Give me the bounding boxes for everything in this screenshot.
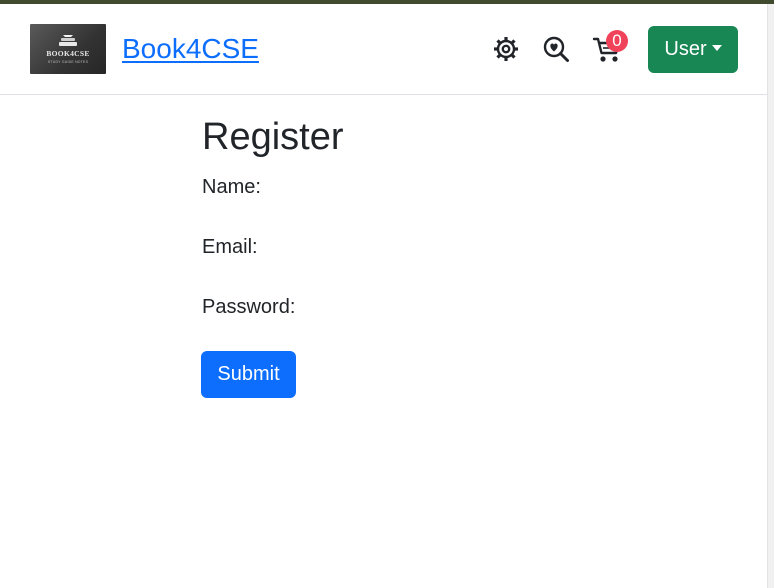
chevron-down-icon	[711, 44, 722, 51]
logo-subtext: STUDY GUIDE NOTES	[47, 60, 89, 64]
register-form: Register Name: Email: Password: Submit	[201, 113, 562, 398]
brand-link[interactable]: Book4CSE	[122, 31, 259, 67]
gear-icon[interactable]	[491, 34, 521, 64]
books-icon	[59, 35, 77, 46]
logo-text: BOOK4CSE	[46, 49, 90, 58]
navbar: BOOK4CSE STUDY GUIDE NOTES Book4CSE 0 Us…	[0, 4, 767, 95]
user-dropdown-button[interactable]: User	[648, 26, 738, 73]
logo[interactable]: BOOK4CSE STUDY GUIDE NOTES	[30, 24, 106, 74]
page: BOOK4CSE STUDY GUIDE NOTES Book4CSE 0 Us…	[0, 0, 774, 588]
scrollbar[interactable]	[767, 4, 774, 588]
user-button-label: User	[664, 38, 707, 60]
search-heart-icon[interactable]	[541, 34, 571, 64]
name-label: Name:	[202, 176, 261, 198]
email-label: Email:	[202, 236, 258, 258]
submit-button[interactable]: Submit	[201, 351, 296, 398]
password-label: Password:	[202, 296, 296, 318]
page-title: Register	[202, 116, 344, 158]
cart-count-badge: 0	[606, 30, 628, 52]
